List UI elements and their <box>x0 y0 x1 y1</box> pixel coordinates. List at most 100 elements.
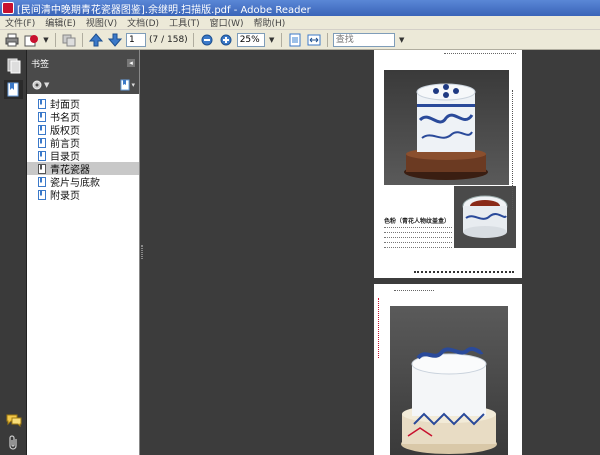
bookmark-item[interactable]: 附录页 <box>27 188 139 202</box>
bookmark-icon <box>7 82 18 96</box>
toolbar-separator <box>192 32 194 47</box>
chevron-down-icon: ▼ <box>44 81 50 89</box>
paperclip-icon <box>8 434 17 450</box>
caption-text-line <box>384 247 452 250</box>
covered-box-image <box>404 83 488 180</box>
caption-text-line <box>384 237 452 240</box>
bookmark-icon <box>38 176 46 187</box>
zoom-level-input[interactable] <box>236 32 265 47</box>
caption-text-line <box>384 242 452 245</box>
fit-width-button[interactable] <box>306 32 322 48</box>
bookmark-item[interactable]: 瓷片与底款 <box>27 175 139 189</box>
document-view[interactable]: 色粉（青花人物纹盖盒） <box>144 50 600 455</box>
pdf-page: 色粉（青花人物纹盖盒） <box>374 50 522 278</box>
panel-collapse-button[interactable]: ◂ <box>127 59 135 67</box>
porcelain-photo <box>384 70 509 185</box>
previous-page-button[interactable] <box>88 32 104 48</box>
menu-document[interactable]: 文档(D) <box>122 16 164 29</box>
toolbar-separator <box>55 32 56 47</box>
caption-text-line <box>384 227 452 230</box>
new-bookmark-icon <box>120 79 130 91</box>
toolbar-separator <box>280 32 282 47</box>
bookmark-icon <box>38 111 46 122</box>
arrow-down-icon <box>108 33 122 47</box>
zoom-in-icon <box>220 34 232 45</box>
search-input[interactable] <box>332 32 395 47</box>
bookmark-icon <box>38 163 46 174</box>
bookmark-icon <box>38 137 46 148</box>
navigation-strip <box>0 50 27 455</box>
title-bar: [民间清中晚期青花瓷器图鉴].余继明.扫描版.pdf - Adobe Reade… <box>0 0 600 16</box>
bookmarks-panel-button[interactable] <box>4 80 23 99</box>
toolbar: ▼ (7 / 158) ▼ ▼ <box>0 30 600 50</box>
splitter-grip <box>141 245 143 259</box>
bookmark-icon <box>38 189 46 200</box>
page-header-rule <box>444 53 516 55</box>
bookmarks-panel-header: 书签 ◂ <box>27 50 139 76</box>
chevron-down-icon: ▾ <box>131 81 135 89</box>
menu-bar: 文件(F) 编辑(E) 视图(V) 文档(D) 工具(T) 窗口(W) 帮助(H… <box>0 16 600 30</box>
bookmark-item[interactable]: 书名页 <box>27 110 139 124</box>
porcelain-detail-photo <box>454 186 516 248</box>
side-label-strip <box>512 90 515 210</box>
attachments-panel-button[interactable] <box>4 433 23 452</box>
zoom-out-icon <box>201 34 213 45</box>
create-pdf-button[interactable] <box>23 32 39 48</box>
pages-panel-button[interactable] <box>4 56 23 75</box>
adobe-reader-icon <box>2 2 14 14</box>
page-number-input[interactable] <box>126 32 146 47</box>
options-gear-icon <box>32 80 42 90</box>
fit-page-button[interactable] <box>287 32 303 48</box>
next-page-button[interactable] <box>107 32 123 48</box>
comments-panel-button[interactable] <box>4 410 23 429</box>
bookmark-item[interactable]: 前言页 <box>27 136 139 150</box>
collaborate-icon <box>62 34 76 46</box>
caption-block: 色粉（青花人物纹盖盒） <box>384 216 452 250</box>
bookmarks-panel: 书签 ◂ ▼ ▾ 封面页 书名页 版权页 前言页 目录页 青花瓷器 瓷片与底款 … <box>27 50 140 455</box>
pages-icon <box>7 58 20 73</box>
box-interior-image <box>462 195 508 238</box>
create-pdf-dropdown[interactable]: ▼ <box>42 33 50 47</box>
fit-width-icon <box>307 34 321 45</box>
fit-page-icon <box>289 33 301 46</box>
bookmarks-toolbar: ▼ ▾ <box>27 76 139 94</box>
bookmark-icon <box>38 150 46 161</box>
new-bookmark-button[interactable]: ▾ <box>120 79 135 91</box>
zoom-dropdown[interactable]: ▼ <box>268 33 276 47</box>
menu-tools[interactable]: 工具(T) <box>164 16 205 29</box>
side-label-strip <box>378 298 382 358</box>
bookmark-options-button[interactable]: ▼ <box>31 79 49 91</box>
page-total: (7 / 158) <box>149 34 188 45</box>
toolbar-separator <box>326 32 328 47</box>
page-footer-rule <box>414 271 514 273</box>
menu-help[interactable]: 帮助(H) <box>249 16 291 29</box>
toolbar-separator <box>82 32 83 47</box>
bookmark-icon <box>38 98 46 109</box>
caption-text-line <box>384 232 452 235</box>
porcelain-photo <box>390 306 508 455</box>
search-dropdown[interactable]: ▼ <box>398 33 406 47</box>
menu-window[interactable]: 窗口(W) <box>205 16 249 29</box>
pdf-page <box>374 284 522 455</box>
bookmark-item[interactable]: 封面页 <box>27 97 139 111</box>
collaborate-button[interactable] <box>61 32 77 48</box>
covered-box-image <box>401 346 497 454</box>
caption-title: 色粉（青花人物纹盖盒） <box>384 218 451 225</box>
bookmark-icon <box>38 124 46 135</box>
bookmark-list: 封面页 书名页 版权页 前言页 目录页 青花瓷器 瓷片与底款 附录页 <box>27 94 139 202</box>
bookmark-item[interactable]: 版权页 <box>27 123 139 137</box>
zoom-out-button[interactable] <box>199 32 215 48</box>
bookmark-label: 附录页 <box>50 191 80 202</box>
zoom-in-button[interactable] <box>218 32 234 48</box>
bookmarks-panel-title: 书签 <box>31 59 50 70</box>
menu-edit[interactable]: 编辑(E) <box>40 16 81 29</box>
menu-file[interactable]: 文件(F) <box>0 16 40 29</box>
printer-icon <box>5 33 19 46</box>
arrow-up-icon <box>89 32 103 46</box>
print-button[interactable] <box>4 32 20 48</box>
comment-icon <box>6 414 21 427</box>
page-header-rule <box>394 290 434 292</box>
window-title: [民间清中晚期青花瓷器图鉴].余继明.扫描版.pdf - Adobe Reade… <box>17 4 311 16</box>
menu-view[interactable]: 视图(V) <box>81 16 122 29</box>
create-pdf-icon <box>24 34 38 46</box>
